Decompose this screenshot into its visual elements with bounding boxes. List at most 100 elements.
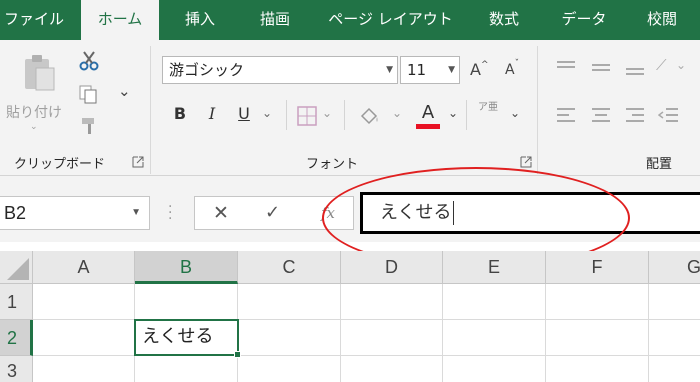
- tab-insert[interactable]: 挿入: [170, 0, 230, 40]
- align-left-icon[interactable]: [555, 106, 577, 124]
- cell-e3[interactable]: [443, 356, 546, 382]
- underline-dropdown-icon[interactable]: ⌄: [262, 106, 272, 120]
- clipboard-launcher-icon[interactable]: [132, 156, 144, 168]
- column-header-a[interactable]: A: [33, 251, 135, 284]
- font-name-value: 游ゴシック: [169, 61, 245, 79]
- tab-home[interactable]: ホーム: [81, 0, 159, 40]
- separator: [344, 100, 345, 130]
- copy-dropdown-icon[interactable]: ⌄: [118, 82, 131, 100]
- cell-a3[interactable]: [33, 356, 135, 382]
- paste-button[interactable]: 貼り付け ⌄: [4, 50, 70, 132]
- font-launcher-icon[interactable]: [520, 156, 532, 168]
- cell-e2[interactable]: [443, 320, 546, 356]
- align-bottom-icon[interactable]: [624, 60, 646, 76]
- tab-review[interactable]: 校閲: [632, 0, 692, 40]
- insert-function-icon[interactable]: fx: [321, 204, 335, 222]
- align-center-icon[interactable]: [590, 106, 612, 124]
- align-right-icon[interactable]: [624, 106, 646, 124]
- cell-d2[interactable]: [341, 320, 443, 356]
- tab-formulas[interactable]: 数式: [475, 0, 533, 40]
- formula-input[interactable]: えくせる: [360, 192, 700, 234]
- ribbon-tab-bar: ファイル ホーム 挿入 描画 ページ レイアウト 数式 データ 校閲: [0, 0, 700, 40]
- chevron-down-icon: ▼: [131, 207, 141, 218]
- group-separator: [150, 46, 151, 174]
- fill-handle[interactable]: [234, 351, 241, 358]
- tab-draw[interactable]: 描画: [245, 0, 305, 40]
- fill-color-icon[interactable]: [358, 104, 382, 128]
- active-cell-b2[interactable]: えくせる: [134, 319, 239, 356]
- orientation-dropdown-icon[interactable]: ⌄: [676, 58, 686, 72]
- enter-icon[interactable]: ✓: [265, 202, 280, 223]
- cell-f2[interactable]: [546, 320, 649, 356]
- separator: [466, 100, 467, 130]
- font-color-button[interactable]: A: [416, 102, 440, 130]
- cancel-icon[interactable]: ✕: [213, 202, 229, 224]
- row-header-1[interactable]: 1: [0, 284, 33, 320]
- clipboard-group-label: クリップボード: [14, 157, 106, 172]
- ribbon-home: 貼り付け ⌄ ⌄ クリップボード 游ゴシック ▼ 11 ▼ A^ Aˇ B I …: [0, 40, 700, 176]
- formula-value: えくせる: [380, 202, 452, 223]
- grow-font-button[interactable]: A^: [470, 60, 489, 79]
- align-middle-icon[interactable]: [590, 60, 612, 76]
- cell-f1[interactable]: [546, 284, 649, 320]
- column-header-e[interactable]: E: [443, 251, 546, 284]
- shrink-font-button[interactable]: Aˇ: [505, 59, 519, 78]
- decrease-indent-icon[interactable]: [658, 106, 680, 124]
- column-header-b[interactable]: B: [135, 251, 238, 284]
- font-color-dropdown-icon[interactable]: ⌄: [448, 106, 458, 120]
- alignment-group-label: 配置: [646, 157, 673, 172]
- shrink-font-icon: A: [505, 62, 515, 78]
- column-header-g[interactable]: G: [649, 251, 700, 284]
- bold-button[interactable]: B: [170, 104, 190, 123]
- group-separator: [537, 46, 538, 174]
- cell-c1[interactable]: [238, 284, 341, 320]
- cell-c3[interactable]: [238, 356, 341, 382]
- select-all-button[interactable]: [0, 251, 33, 284]
- underline-button[interactable]: U: [234, 104, 254, 123]
- copy-icon[interactable]: [78, 84, 100, 104]
- format-painter-icon[interactable]: [80, 116, 100, 136]
- cell-f3[interactable]: [546, 356, 649, 382]
- align-top-icon[interactable]: [555, 60, 577, 76]
- cell-a1[interactable]: [33, 284, 135, 320]
- phonetic-guide-icon[interactable]: ア亜: [478, 102, 498, 113]
- grow-font-icon: A: [470, 60, 481, 79]
- phonetic-dropdown-icon[interactable]: ⌄: [510, 106, 520, 120]
- font-name-combo[interactable]: 游ゴシック ▼: [162, 56, 398, 84]
- cell-b1[interactable]: [135, 284, 238, 320]
- tab-data[interactable]: データ: [548, 0, 620, 40]
- cell-g2[interactable]: [649, 320, 700, 356]
- formula-bar-handle-icon[interactable]: · · ·: [168, 200, 172, 226]
- borders-icon[interactable]: [297, 106, 317, 126]
- chevron-down-icon: ⌄: [30, 122, 38, 132]
- tab-page-layout[interactable]: ページ レイアウト: [318, 0, 463, 40]
- column-header-d[interactable]: D: [341, 251, 443, 284]
- name-box-value: B2: [4, 203, 27, 223]
- column-header-f[interactable]: F: [546, 251, 649, 284]
- font-group-label: フォント: [306, 157, 359, 172]
- tab-file[interactable]: ファイル: [0, 0, 68, 40]
- formula-buttons: ✕ ✓ fx: [194, 196, 354, 230]
- name-box[interactable]: B2 ▼: [0, 196, 150, 230]
- select-all-icon: [7, 258, 29, 280]
- cell-e1[interactable]: [443, 284, 546, 320]
- cell-g3[interactable]: [649, 356, 700, 382]
- chevron-down-icon: ▼: [448, 65, 455, 75]
- row-header-2[interactable]: 2: [0, 320, 33, 356]
- font-size-combo[interactable]: 11 ▼: [400, 56, 460, 84]
- chevron-down-icon: ▼: [386, 65, 393, 75]
- cell-g1[interactable]: [649, 284, 700, 320]
- cell-d1[interactable]: [341, 284, 443, 320]
- cell-c2[interactable]: [238, 320, 341, 356]
- italic-button[interactable]: I: [202, 104, 222, 123]
- cell-d3[interactable]: [341, 356, 443, 382]
- fill-color-dropdown-icon[interactable]: ⌄: [392, 106, 402, 120]
- row-header-3[interactable]: 3: [0, 356, 33, 382]
- paste-label: 貼り付け: [6, 105, 62, 121]
- cut-icon[interactable]: [78, 50, 100, 72]
- orientation-icon[interactable]: ⟋: [656, 56, 667, 74]
- cell-a2[interactable]: [33, 320, 135, 356]
- borders-dropdown-icon[interactable]: ⌄: [322, 106, 332, 120]
- column-header-c[interactable]: C: [238, 251, 341, 284]
- cell-b3[interactable]: [135, 356, 238, 382]
